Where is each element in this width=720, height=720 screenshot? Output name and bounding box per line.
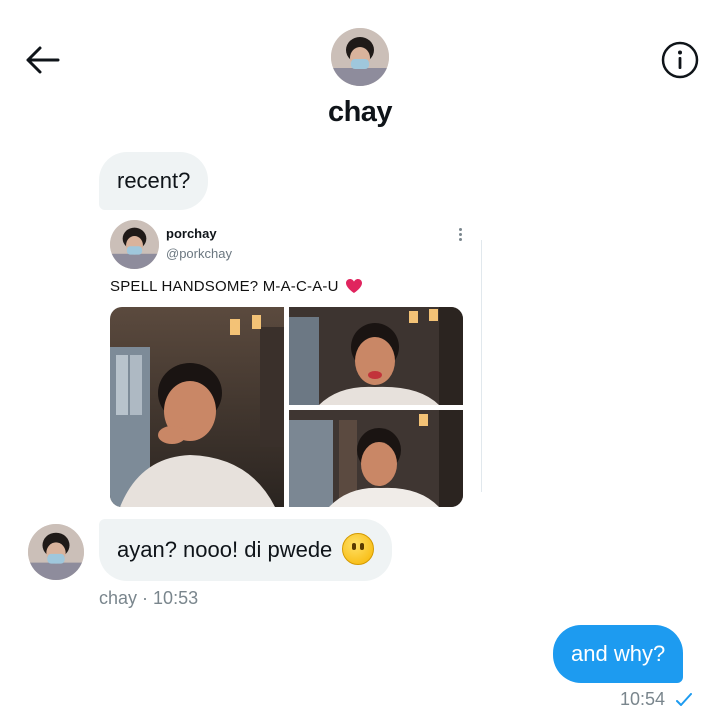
tweet-photo[interactable] bbox=[110, 307, 284, 507]
message-bubble-outgoing[interactable]: and why? bbox=[553, 625, 684, 683]
info-icon[interactable] bbox=[660, 40, 700, 80]
message-text: recent? bbox=[117, 168, 191, 193]
tweet-photo[interactable] bbox=[289, 307, 463, 405]
chat-title: chay bbox=[327, 96, 393, 128]
message-bubble-incoming[interactable]: ayan? nooo! di pwede bbox=[99, 519, 393, 581]
message-text: and why? bbox=[571, 641, 666, 666]
message-sender: chay bbox=[99, 588, 138, 608]
check-icon bbox=[676, 688, 693, 711]
message-time: 10:54 bbox=[620, 689, 666, 709]
tweet-author-avatar[interactable] bbox=[110, 220, 159, 269]
avatar[interactable] bbox=[331, 28, 389, 86]
message-meta: chay · 10:53 bbox=[99, 588, 198, 609]
tweet-text: SPELL HANDSOME? M-A-C-A-U bbox=[110, 278, 363, 295]
status-bar bbox=[0, 0, 720, 8]
avatar[interactable] bbox=[28, 524, 84, 580]
tweet-photo[interactable] bbox=[289, 410, 463, 507]
message-text: ayan? nooo! di pwede bbox=[117, 537, 333, 562]
message-time: · 10:53 bbox=[142, 588, 199, 608]
hushed-face-emoji bbox=[342, 533, 375, 566]
tweet-author-handle[interactable]: @porkchay bbox=[166, 246, 232, 261]
message-meta: 10:54 bbox=[620, 688, 693, 711]
tweet-author-name[interactable]: porchay bbox=[166, 226, 217, 241]
more-vertical-icon[interactable] bbox=[458, 228, 464, 244]
back-arrow-icon[interactable] bbox=[22, 42, 62, 78]
red-heart-emoji bbox=[345, 278, 363, 294]
tweet-text-content: SPELL HANDSOME? M-A-C-A-U bbox=[110, 278, 339, 295]
tweet-divider bbox=[481, 240, 482, 492]
message-bubble-incoming[interactable]: recent? bbox=[99, 152, 209, 210]
